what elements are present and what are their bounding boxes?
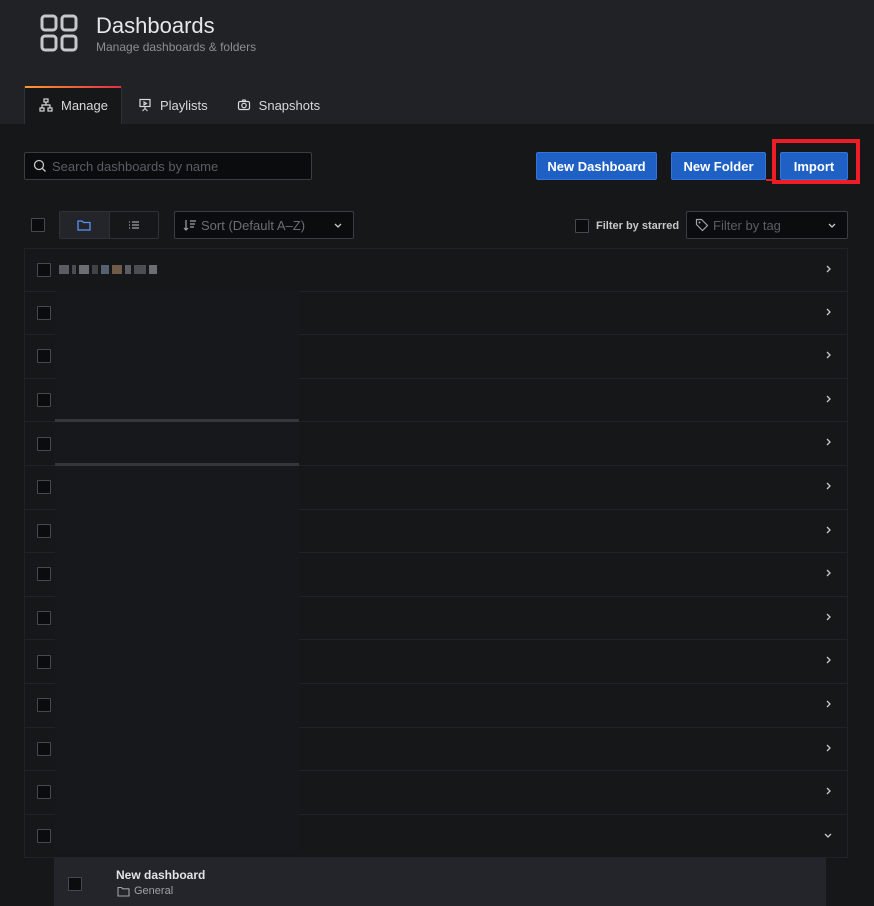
folder-row-checkbox[interactable] bbox=[37, 393, 51, 408]
folder-row-checkbox[interactable] bbox=[37, 829, 51, 844]
page-header: Dashboards Manage dashboards & folders M… bbox=[0, 0, 874, 124]
chevron-right-icon[interactable] bbox=[823, 612, 833, 622]
folder-icon bbox=[77, 220, 91, 231]
tab-bar: Manage Playlists Snapshots bbox=[24, 86, 335, 124]
chevron-right-icon[interactable] bbox=[823, 307, 833, 317]
chevron-right-icon[interactable] bbox=[823, 437, 833, 447]
folder-row-checkbox[interactable] bbox=[37, 480, 51, 495]
dashboard-folder-label: General bbox=[134, 885, 174, 897]
folder-row-checkbox[interactable] bbox=[37, 698, 51, 713]
overlay-divider bbox=[55, 419, 299, 422]
folder-row-checkbox[interactable] bbox=[37, 349, 51, 364]
tab-manage[interactable]: Manage bbox=[24, 86, 122, 124]
sort-select[interactable]: Sort (Default A–Z) bbox=[174, 211, 354, 239]
tab-snapshots[interactable]: Snapshots bbox=[223, 86, 333, 124]
folder-row-checkbox[interactable] bbox=[37, 305, 51, 320]
chevron-right-icon[interactable] bbox=[823, 394, 833, 404]
new-dashboard-button[interactable]: New Dashboard bbox=[536, 152, 657, 180]
folder-row-checkbox[interactable] bbox=[37, 654, 51, 669]
folder-name-obscured bbox=[59, 265, 157, 275]
chevron-down-icon[interactable] bbox=[823, 830, 833, 840]
chevron-down-icon bbox=[828, 223, 836, 228]
filter-starred[interactable]: Filter by starred bbox=[575, 219, 679, 233]
chevron-down-icon bbox=[334, 223, 342, 228]
select-all-checkbox[interactable] bbox=[31, 218, 45, 232]
folder-row[interactable] bbox=[24, 248, 848, 292]
dashboards-grid-icon bbox=[40, 14, 78, 52]
chevron-right-icon[interactable] bbox=[823, 699, 833, 709]
tag-icon bbox=[695, 218, 709, 232]
chevron-right-icon[interactable] bbox=[823, 655, 833, 665]
list-view-button[interactable] bbox=[110, 212, 159, 238]
chevron-right-icon[interactable] bbox=[823, 743, 833, 753]
chevron-right-icon[interactable] bbox=[823, 264, 833, 274]
chevron-right-icon[interactable] bbox=[823, 481, 833, 491]
folder-icon bbox=[117, 886, 130, 897]
chevron-right-icon[interactable] bbox=[823, 525, 833, 535]
import-button[interactable]: Import bbox=[780, 152, 848, 180]
highlight-pointer bbox=[766, 179, 776, 181]
dashboard-folder: General bbox=[117, 885, 173, 897]
search-icon bbox=[33, 159, 46, 172]
overlay-divider bbox=[55, 463, 299, 466]
filter-starred-checkbox[interactable] bbox=[575, 219, 589, 233]
sort-icon bbox=[183, 220, 196, 231]
sort-placeholder: Sort (Default A–Z) bbox=[201, 217, 306, 233]
folder-row-checkbox[interactable] bbox=[37, 741, 51, 756]
chevron-right-icon[interactable] bbox=[823, 786, 833, 796]
obscured-name-overlay bbox=[55, 290, 299, 850]
list-item-dashboard[interactable]: New dashboard General bbox=[54, 858, 826, 906]
view-toggle bbox=[59, 211, 159, 239]
folder-row-checkbox[interactable] bbox=[37, 523, 51, 538]
page-title: Dashboards bbox=[96, 13, 215, 38]
search-input[interactable] bbox=[52, 158, 292, 174]
camera-icon bbox=[236, 98, 252, 112]
list-icon bbox=[128, 221, 139, 229]
chevron-right-icon[interactable] bbox=[823, 350, 833, 360]
folder-row-checkbox[interactable] bbox=[37, 611, 51, 626]
presentation-icon bbox=[137, 98, 153, 112]
folder-row-checkbox[interactable] bbox=[37, 262, 51, 277]
folder-row-checkbox[interactable] bbox=[37, 567, 51, 582]
folder-row-checkbox[interactable] bbox=[37, 785, 51, 800]
folder-view-button[interactable] bbox=[60, 212, 110, 238]
page-subtitle: Manage dashboards & folders bbox=[96, 40, 257, 54]
tab-playlists[interactable]: Playlists bbox=[124, 86, 221, 124]
tab-playlists-label: Playlists bbox=[159, 97, 208, 113]
tag-filter-select[interactable]: Filter by tag bbox=[686, 211, 848, 239]
new-folder-button[interactable]: New Folder bbox=[671, 152, 766, 180]
sitemap-icon bbox=[38, 98, 54, 112]
chevron-right-icon[interactable] bbox=[823, 568, 833, 578]
tab-manage-label: Manage bbox=[61, 97, 108, 113]
search-box bbox=[24, 152, 312, 180]
filter-starred-label: Filter by starred bbox=[596, 220, 680, 232]
dashboard-checkbox[interactable] bbox=[68, 877, 82, 891]
tab-snapshots-label: Snapshots bbox=[258, 97, 321, 113]
tag-filter-placeholder: Filter by tag bbox=[713, 217, 781, 233]
folder-row-checkbox[interactable] bbox=[37, 436, 51, 451]
dashboard-name[interactable]: New dashboard bbox=[116, 868, 205, 882]
